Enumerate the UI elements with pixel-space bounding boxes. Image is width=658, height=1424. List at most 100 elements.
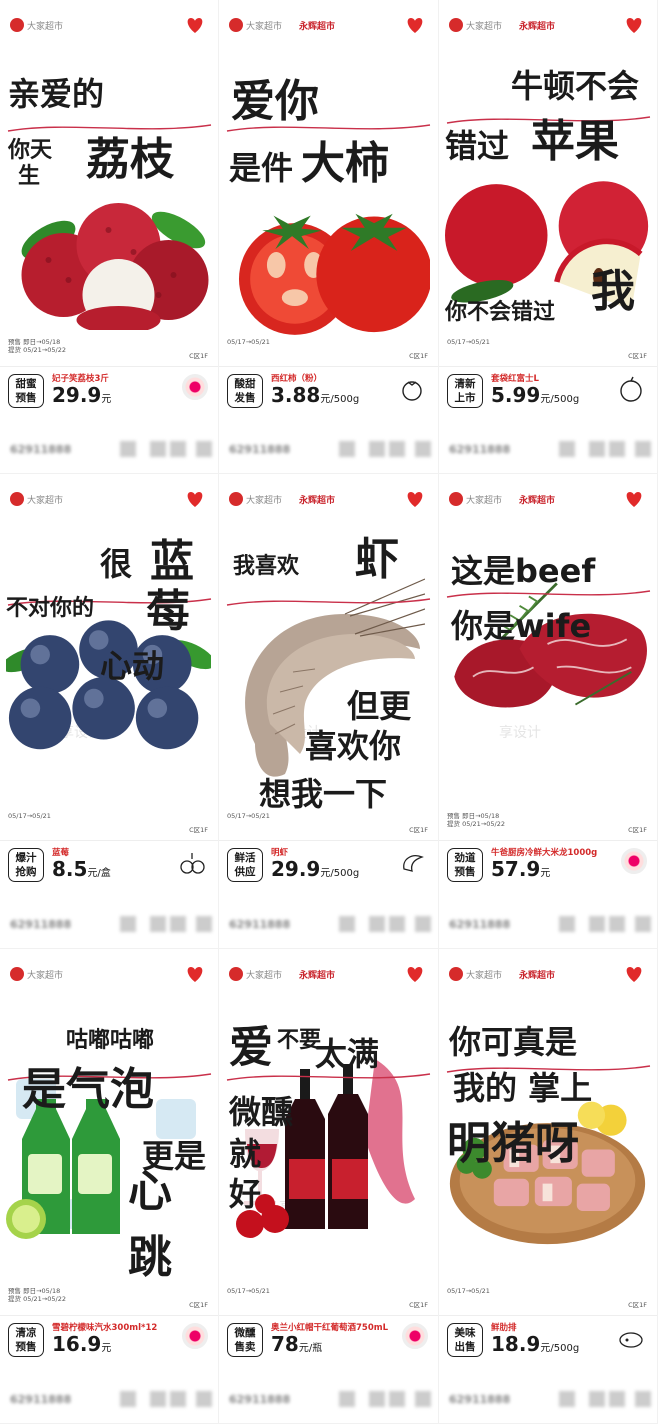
store-logo: 大家超市 [10,967,66,981]
poster-header: 大家超市 [10,488,208,512]
poster-card-8: 大家超市永辉超市享设计 爱不要太满微醺就好05/17→05/21C区1F微醺 售… [219,949,439,1424]
qr-code-icon [339,441,355,457]
store-logo-text: 大家超市 [27,971,64,981]
headline-line: 蓝 [150,536,194,587]
heart-badge-icon [404,963,426,985]
store-logo: 大家超市 [229,18,285,32]
headline-line: 好 [229,1175,262,1213]
qr-code-icon [559,916,575,932]
promo-stamp-icon [182,374,208,400]
phone-number: 62911888 [449,443,511,456]
phone-number: 62911888 [449,1393,511,1406]
headline-line: 跳 [128,1232,172,1283]
price-box: 鲜活 供应 明虾 29.9元/500g [227,846,430,886]
store-logo-icon [10,492,24,506]
store-logo-icon [10,967,24,981]
headline-line: 很 [100,545,133,583]
price-divider [439,366,657,367]
price-unit: 元/500g [540,394,580,405]
headline-line: 明猪呀 [447,1118,579,1169]
decor-swirl [225,594,432,608]
headline-line: 心 [128,1166,172,1217]
headline-line: 苹果 [531,116,619,167]
headline-line: 你是wife [451,607,592,645]
floor-label: C区1F [189,1301,208,1309]
qr-code-icon [150,441,166,457]
qr-code-icon [415,441,431,457]
product-price: 8.5元/盒 [52,857,111,881]
poster-footer: 62911888 [219,438,438,462]
headline-line: 亲爱的 [8,75,105,113]
qr-code-icon [635,441,651,457]
watermark-text: 享设计 [499,724,541,741]
headline-line: 你天 [8,138,53,163]
price-unit: 元/500g [320,868,360,879]
qr-code-icon [170,1391,186,1407]
heart-badge-icon [623,488,645,510]
brand-logo-text: 永辉超市 [519,971,556,981]
promo-stamp-icon [182,1323,208,1349]
sale-dates: 05/17→05/21 [447,338,490,346]
store-logo: 大家超市 [10,18,66,32]
store-logo-icon [229,492,243,506]
poster-footer: 62911888 [219,913,438,937]
poster-footer: 62911888 [439,438,657,462]
brand-logo-text: 永辉超市 [519,22,556,32]
price-value: 29.9 [52,383,102,407]
poster-footer: 62911888 [219,1388,438,1412]
headline-line: 你可真是 [449,1023,578,1061]
poster-footer: 62911888 [0,438,218,462]
headline-line: 不对你的 [6,596,95,621]
poster-card-2: 大家超市永辉超市享设计 爱你是件大柿05/17→05/21C区1F酸甜 发售西红… [219,0,439,474]
headline-line: 太满 [315,1035,380,1073]
sale-tag: 爆汁 抢购 [8,848,44,882]
store-logo-text: 大家超市 [246,496,283,506]
price-value: 29.9 [271,857,321,881]
headline-line: 你不会错过 [445,300,556,325]
sale-tag: 微醺 售卖 [227,1323,263,1357]
phone-number: 62911888 [229,1393,291,1406]
store-logo: 大家超市 [229,967,285,981]
headline-line: 爱 [229,1022,273,1073]
sale-tag: 甜蜜 预售 [8,374,44,408]
price-unit: 元/盒 [87,868,111,879]
qr-code-icon [635,1391,651,1407]
price-unit: 元 [101,1343,112,1354]
price-divider [0,1315,218,1316]
product-outline-icon [178,849,206,877]
headline-line: 心动 [100,647,165,685]
promo-stamp-icon [402,1323,428,1349]
price-value: 57.9 [491,857,541,881]
price-box: 微醺 售卖 奥兰小红帽干红葡萄酒750mL 78元/瓶 [227,1321,430,1361]
product-outline-icon [398,375,426,403]
qr-code-icon [339,1391,355,1407]
product-price: 29.9元/500g [271,857,359,881]
floor-label: C区1F [628,826,647,834]
product-price: 18.9元/500g [491,1332,579,1356]
qr-code-icon [589,916,605,932]
phone-number: 62911888 [10,443,72,456]
poster-footer: 62911888 [0,1388,218,1412]
price-divider [439,840,657,841]
qr-code-icon [369,441,385,457]
price-value: 8.5 [52,857,88,881]
heart-badge-icon [404,488,426,510]
product-price: 3.88元/500g [271,383,359,407]
product-image-tomato [225,190,432,344]
phone-number: 62911888 [449,918,511,931]
phone-number: 62911888 [10,918,72,931]
heart-badge-icon [184,488,206,510]
price-box: 酸甜 发售 西红柿（粉） 3.88元/500g [227,372,430,412]
brand-logo-text: 永辉超市 [299,971,336,981]
qr-code-icon [196,1391,212,1407]
store-logo-text: 大家超市 [466,971,503,981]
floor-label: C区1F [409,352,428,360]
store-logo: 大家超市 [449,967,505,981]
price-divider [0,366,218,367]
qr-code-icon [150,916,166,932]
heart-badge-icon [184,14,206,36]
headline-line: 生 [18,164,41,189]
poster-header: 大家超市 [10,963,208,987]
store-logo-text: 大家超市 [466,496,503,506]
floor-label: C区1F [189,352,208,360]
